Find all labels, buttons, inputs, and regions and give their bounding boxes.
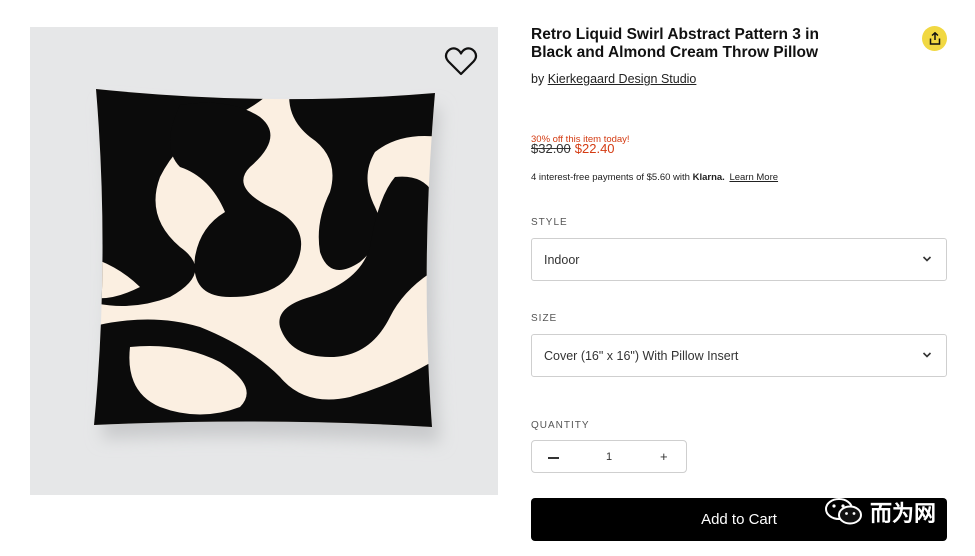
size-label: SIZE	[531, 313, 558, 324]
watermark: 而为网	[824, 496, 936, 528]
quantity-label: QUANTITY	[531, 420, 590, 431]
product-title: Retro Liquid Swirl Abstract Pattern 3 in…	[531, 26, 819, 61]
size-select[interactable]: Cover (16" x 16") With Pillow Insert	[531, 334, 947, 377]
share-icon	[929, 32, 940, 45]
chevron-down-icon	[922, 256, 932, 262]
share-button[interactable]	[922, 26, 947, 51]
chevron-down-icon	[922, 352, 932, 358]
designer-byline: by Kierkegaard Design Studio	[531, 72, 696, 86]
original-price: $32.00	[531, 141, 571, 156]
style-label: STYLE	[531, 217, 568, 228]
quantity-value[interactable]: 1	[606, 451, 612, 463]
pillow-image	[94, 89, 440, 443]
sale-price: $22.40	[574, 141, 615, 156]
add-to-cart-label: Add to Cart	[701, 511, 777, 528]
designer-link[interactable]: Kierkegaard Design Studio	[548, 72, 697, 86]
size-value: Cover (16" x 16") With Pillow Insert	[544, 349, 739, 363]
klarna-brand: Klarna.	[692, 172, 725, 183]
style-select[interactable]: Indoor	[531, 238, 947, 281]
klarna-text: 4 interest-free payments of $5.60 with	[531, 172, 690, 183]
price-row: $32.00 $22.40	[531, 141, 615, 156]
increase-quantity-button[interactable]: +	[660, 449, 668, 464]
product-image[interactable]	[30, 27, 498, 495]
style-value: Indoor	[544, 253, 580, 267]
watermark-text: 而为网	[870, 501, 937, 526]
heart-outline-icon[interactable]	[444, 45, 478, 77]
klarna-info: 4 interest-free payments of $5.60 with K…	[531, 172, 778, 183]
klarna-learn-more-link[interactable]: Learn More	[729, 172, 778, 183]
wechat-icon	[825, 498, 862, 525]
by-prefix: by	[531, 72, 545, 86]
decrease-quantity-button[interactable]	[548, 449, 562, 465]
quantity-stepper: 1 +	[531, 440, 687, 473]
